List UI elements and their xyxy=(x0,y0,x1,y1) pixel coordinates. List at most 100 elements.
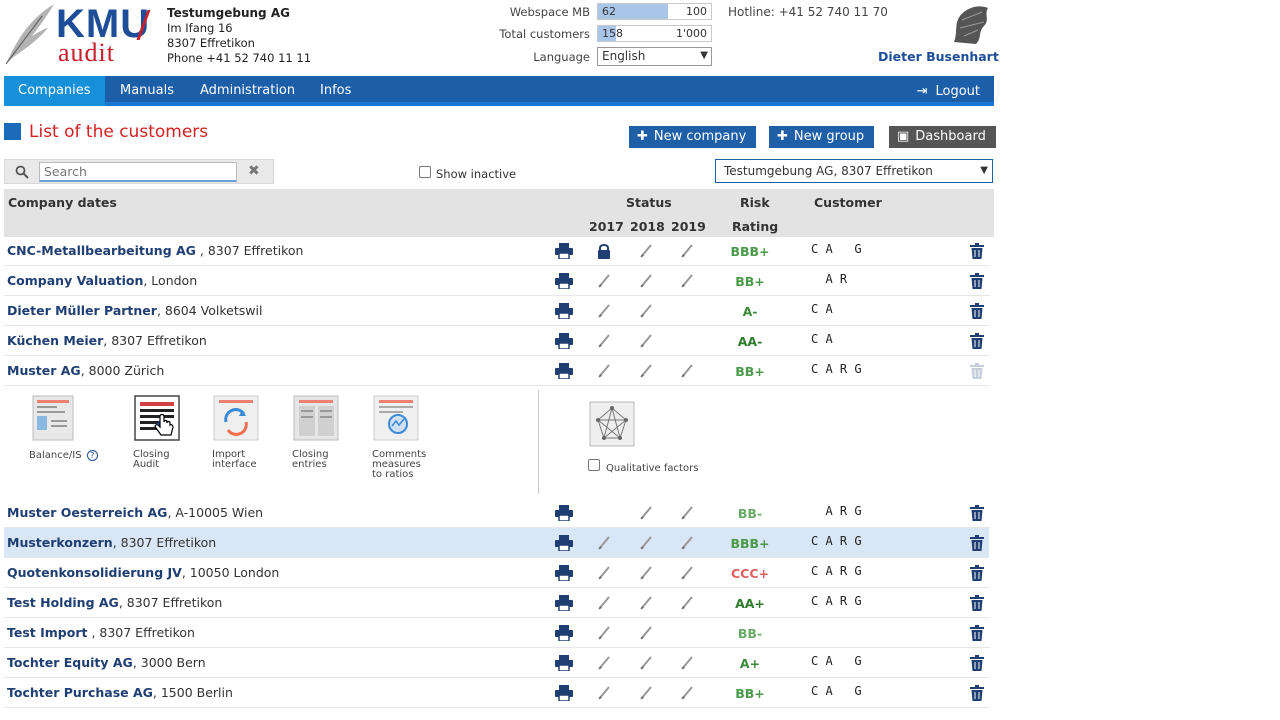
language-select[interactable]: English ▼ xyxy=(597,47,712,66)
pencil-icon[interactable] xyxy=(638,273,654,292)
printer-icon[interactable] xyxy=(555,595,573,614)
printer-icon[interactable] xyxy=(555,535,573,554)
new-company-button[interactable]: ✚ New company xyxy=(629,126,757,148)
company-name-cell[interactable]: Musterkonzern, 8307 Effretikon xyxy=(7,535,216,550)
pencil-icon[interactable] xyxy=(638,303,654,322)
table-row[interactable]: Muster AG, 8000 Zürich BB+ C A R G xyxy=(4,356,989,386)
company-filter-select[interactable]: Testumgebung AG, 8307 Effretikon ▼ xyxy=(715,159,993,183)
printer-icon[interactable] xyxy=(555,565,573,584)
table-row[interactable]: Company Valuation, London BB+ A R xyxy=(4,266,989,296)
trash-icon[interactable] xyxy=(970,363,984,382)
tab-administration[interactable]: Administration xyxy=(186,76,309,106)
pencil-icon[interactable] xyxy=(596,535,612,554)
table-row[interactable]: Tochter Purchase AG, 1500 Berlin BB+ C A G xyxy=(4,678,989,708)
trash-icon[interactable] xyxy=(970,273,984,292)
company-name-cell[interactable]: Quotenkonsolidierung JV, 10050 London xyxy=(7,565,279,580)
company-name-cell[interactable]: Muster AG, 8000 Zürich xyxy=(7,363,164,378)
trash-icon[interactable] xyxy=(970,685,984,704)
tab-companies[interactable]: Companies xyxy=(4,76,105,106)
trash-icon[interactable] xyxy=(970,655,984,674)
table-row[interactable]: Test Holding AG, 8307 Effretikon AA+ C A R… xyxy=(4,588,989,618)
pencil-icon[interactable] xyxy=(638,685,654,704)
company-name-cell[interactable]: Muster Oesterreich AG, A-10005 Wien xyxy=(7,505,263,520)
pencil-icon[interactable] xyxy=(596,655,612,674)
company-name-cell[interactable]: Tochter Equity AG, 3000 Bern xyxy=(7,655,206,670)
printer-icon[interactable] xyxy=(555,685,573,704)
tool-closing-entries[interactable]: Closing entries xyxy=(292,394,372,470)
pencil-icon[interactable] xyxy=(679,595,695,614)
trash-icon[interactable] xyxy=(970,505,984,524)
printer-icon[interactable] xyxy=(555,333,573,352)
tool-comments-ratios[interactable]: Comments measures to ratios xyxy=(372,394,452,480)
tool-import-interface[interactable]: Import interface xyxy=(212,394,292,470)
table-row[interactable]: Dieter Müller Partner, 8604 Volketswil A-… xyxy=(4,296,989,326)
trash-icon[interactable] xyxy=(970,565,984,584)
pencil-icon[interactable] xyxy=(596,685,612,704)
pencil-icon[interactable] xyxy=(638,655,654,674)
new-group-button[interactable]: ✚ New group xyxy=(769,126,875,148)
pencil-icon[interactable] xyxy=(596,303,612,322)
pencil-icon[interactable] xyxy=(596,333,612,352)
tab-infos[interactable]: Infos xyxy=(306,76,365,106)
pencil-icon[interactable] xyxy=(596,363,612,382)
company-name-cell[interactable]: CNC-Metallbearbeitung AG , 8307 Effretik… xyxy=(7,243,303,258)
table-row[interactable]: Muster Oesterreich AG, A-10005 Wien BB- A… xyxy=(4,498,989,528)
pencil-icon[interactable] xyxy=(596,595,612,614)
pencil-icon[interactable] xyxy=(679,273,695,292)
show-inactive-checkbox[interactable] xyxy=(419,166,431,178)
clear-search-icon[interactable]: ✖ xyxy=(248,163,260,179)
pencil-icon[interactable] xyxy=(638,625,654,644)
tab-manuals[interactable]: Manuals xyxy=(106,76,188,106)
pencil-icon[interactable] xyxy=(596,273,612,292)
qualitative-factors-checkbox[interactable] xyxy=(588,459,600,471)
table-row[interactable]: Quotenkonsolidierung JV, 10050 London CCC… xyxy=(4,558,989,588)
table-row[interactable]: CNC-Metallbearbeitung AG , 8307 Effretik… xyxy=(4,236,989,266)
pencil-icon[interactable] xyxy=(638,565,654,584)
pencil-icon[interactable] xyxy=(679,243,695,262)
qualitative-factors-icon[interactable] xyxy=(588,400,636,448)
printer-icon[interactable] xyxy=(555,363,573,382)
printer-icon[interactable] xyxy=(555,655,573,674)
table-row[interactable]: Tochter Equity AG, 3000 Bern A+ C A G xyxy=(4,648,989,678)
company-name-cell[interactable]: Company Valuation, London xyxy=(7,273,197,288)
company-name-cell[interactable]: Test Holding AG, 8307 Effretikon xyxy=(7,595,222,610)
search-input[interactable] xyxy=(39,162,237,182)
printer-icon[interactable] xyxy=(555,243,573,262)
company-name-cell[interactable]: Küchen Meier, 8307 Effretikon xyxy=(7,333,207,348)
printer-icon[interactable] xyxy=(555,505,573,524)
pencil-icon[interactable] xyxy=(679,505,695,524)
company-name-cell[interactable]: Tochter Purchase AG, 1500 Berlin xyxy=(7,685,233,700)
pencil-icon[interactable] xyxy=(638,595,654,614)
pencil-icon[interactable] xyxy=(638,535,654,554)
trash-icon[interactable] xyxy=(970,625,984,644)
tool-balance-is[interactable]: Balance/IS ? xyxy=(29,394,109,461)
trash-icon[interactable] xyxy=(970,243,984,262)
pencil-icon[interactable] xyxy=(679,535,695,554)
dashboard-button[interactable]: ▣ Dashboard xyxy=(889,126,996,148)
pencil-icon[interactable] xyxy=(638,363,654,382)
lock-icon[interactable] xyxy=(596,243,612,262)
trash-icon[interactable] xyxy=(970,595,984,614)
printer-icon[interactable] xyxy=(555,273,573,292)
company-name-cell[interactable]: Test Import , 8307 Effretikon xyxy=(7,625,195,640)
trash-icon[interactable] xyxy=(970,535,984,554)
company-name-cell[interactable]: Dieter Müller Partner, 8604 Volketswil xyxy=(7,303,262,318)
pencil-icon[interactable] xyxy=(679,685,695,704)
pencil-icon[interactable] xyxy=(596,565,612,584)
table-row[interactable]: Test Import , 8307 Effretikon BB- xyxy=(4,618,989,648)
trash-icon[interactable] xyxy=(970,333,984,352)
pencil-icon[interactable] xyxy=(638,505,654,524)
trash-icon[interactable] xyxy=(970,303,984,322)
user-name[interactable]: Dieter Busenhart xyxy=(878,49,999,64)
pencil-icon[interactable] xyxy=(638,243,654,262)
table-row[interactable]: Musterkonzern, 8307 Effretikon BBB+ C A R … xyxy=(4,528,989,558)
printer-icon[interactable] xyxy=(555,625,573,644)
help-icon[interactable]: ? xyxy=(86,450,98,461)
printer-icon[interactable] xyxy=(555,303,573,322)
table-row[interactable]: Küchen Meier, 8307 Effretikon AA- C A xyxy=(4,326,989,356)
pencil-icon[interactable] xyxy=(679,655,695,674)
pencil-icon[interactable] xyxy=(679,565,695,584)
pencil-icon[interactable] xyxy=(638,333,654,352)
pencil-icon[interactable] xyxy=(596,625,612,644)
pencil-icon[interactable] xyxy=(679,363,695,382)
